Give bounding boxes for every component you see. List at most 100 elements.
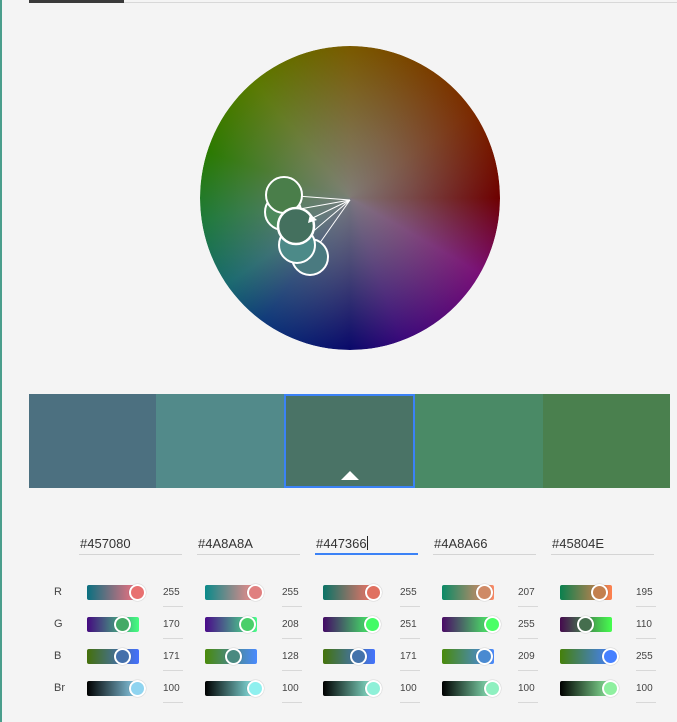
slider-knob[interactable] [225,648,242,665]
value-g-5[interactable]: 110 [636,619,664,630]
value-underline [282,606,302,607]
left-edge-accent [0,0,2,722]
value-underline [636,702,656,703]
value-br-1[interactable]: 100 [163,683,191,694]
value-underline [400,638,420,639]
value-br-5[interactable]: 100 [636,683,664,694]
color-wheel[interactable] [200,46,500,350]
value-underline [636,638,656,639]
slider-knob[interactable] [350,648,368,665]
value-br-4[interactable]: 100 [518,683,546,694]
value-br-3[interactable]: 100 [400,683,428,694]
color-wheel-markers [264,176,351,276]
slider-r-1[interactable] [87,584,146,601]
value-g-2[interactable]: 208 [282,619,310,630]
slider-b-5[interactable] [560,648,619,665]
slider-g-1[interactable] [87,616,139,633]
row-label-br: Br [54,682,65,694]
value-g-3[interactable]: 251 [400,619,428,630]
swatch-1[interactable] [29,394,157,488]
hex-input-5[interactable]: #45804E [551,534,654,555]
slider-knob[interactable] [239,616,257,633]
slider-knob[interactable] [484,680,501,697]
slider-knob[interactable] [129,584,146,601]
value-underline [518,702,538,703]
slider-knob[interactable] [475,584,493,601]
value-underline [163,702,183,703]
slider-br-1[interactable] [87,680,146,697]
value-underline [400,670,420,671]
hex-input-2[interactable]: #4A8A8A [197,534,300,555]
value-br-2[interactable]: 100 [282,683,310,694]
hex-input-4[interactable]: #4A8A66 [433,534,536,555]
value-r-5[interactable]: 195 [636,587,664,598]
value-underline [636,606,656,607]
slider-knob[interactable] [365,584,382,601]
value-g-4[interactable]: 255 [518,619,546,630]
value-b-1[interactable]: 171 [163,651,191,662]
value-b-3[interactable]: 171 [400,651,428,662]
slider-r-5[interactable] [560,584,612,601]
slider-knob[interactable] [602,648,619,665]
slider-knob[interactable] [365,680,382,697]
swatch-2[interactable] [156,394,284,488]
selected-swatch-marker [340,471,359,480]
row-label-g: G [54,618,63,630]
value-underline [282,670,302,671]
slider-knob[interactable] [129,680,146,697]
active-tab-indicator[interactable] [29,0,124,3]
value-b-5[interactable]: 255 [636,651,664,662]
value-underline [163,606,183,607]
row-label-b: B [54,650,62,662]
text-caret [366,536,368,550]
value-b-2[interactable]: 128 [282,651,310,662]
swatch-strip [29,394,671,488]
hex-input-3[interactable]: #447366 [315,534,418,555]
hex-input-3-text: #447366 [316,536,367,551]
slider-g-4[interactable] [442,616,501,633]
value-underline [400,702,420,703]
slider-br-4[interactable] [442,680,501,697]
slider-knob[interactable] [364,616,382,633]
value-r-1[interactable]: 255 [163,587,191,598]
value-b-4[interactable]: 209 [518,651,546,662]
slider-b-4[interactable] [442,648,494,665]
value-underline [282,702,302,703]
value-underline [163,670,183,671]
slider-knob[interactable] [114,616,132,633]
value-underline [163,638,183,639]
value-underline [636,670,656,671]
value-r-3[interactable]: 255 [400,587,428,598]
slider-br-2[interactable] [205,680,264,697]
slider-b-1[interactable] [87,648,139,665]
slider-knob[interactable] [484,616,501,633]
slider-g-2[interactable] [205,616,257,633]
slider-g-5[interactable] [560,616,612,633]
swatch-4[interactable] [415,394,543,488]
value-g-1[interactable]: 170 [163,619,191,630]
slider-br-5[interactable] [560,680,619,697]
slider-knob[interactable] [591,584,609,601]
slider-knob[interactable] [247,680,264,697]
value-underline [518,670,538,671]
swatch-3[interactable] [283,394,416,488]
hex-input-1[interactable]: #457080 [79,534,182,555]
slider-b-3[interactable] [323,648,375,665]
value-r-4[interactable]: 207 [518,587,546,598]
slider-knob[interactable] [602,680,619,697]
slider-br-3[interactable] [323,680,382,697]
value-underline [518,638,538,639]
value-underline [400,606,420,607]
slider-r-2[interactable] [205,584,264,601]
slider-knob[interactable] [247,584,264,601]
value-underline [518,606,538,607]
slider-b-2[interactable] [205,648,257,665]
slider-r-3[interactable] [323,584,382,601]
slider-g-3[interactable] [323,616,382,633]
value-r-2[interactable]: 255 [282,587,310,598]
swatch-5[interactable] [542,394,671,488]
slider-knob[interactable] [114,648,132,665]
slider-knob[interactable] [476,648,494,665]
slider-r-4[interactable] [442,584,494,601]
slider-knob[interactable] [576,616,594,633]
